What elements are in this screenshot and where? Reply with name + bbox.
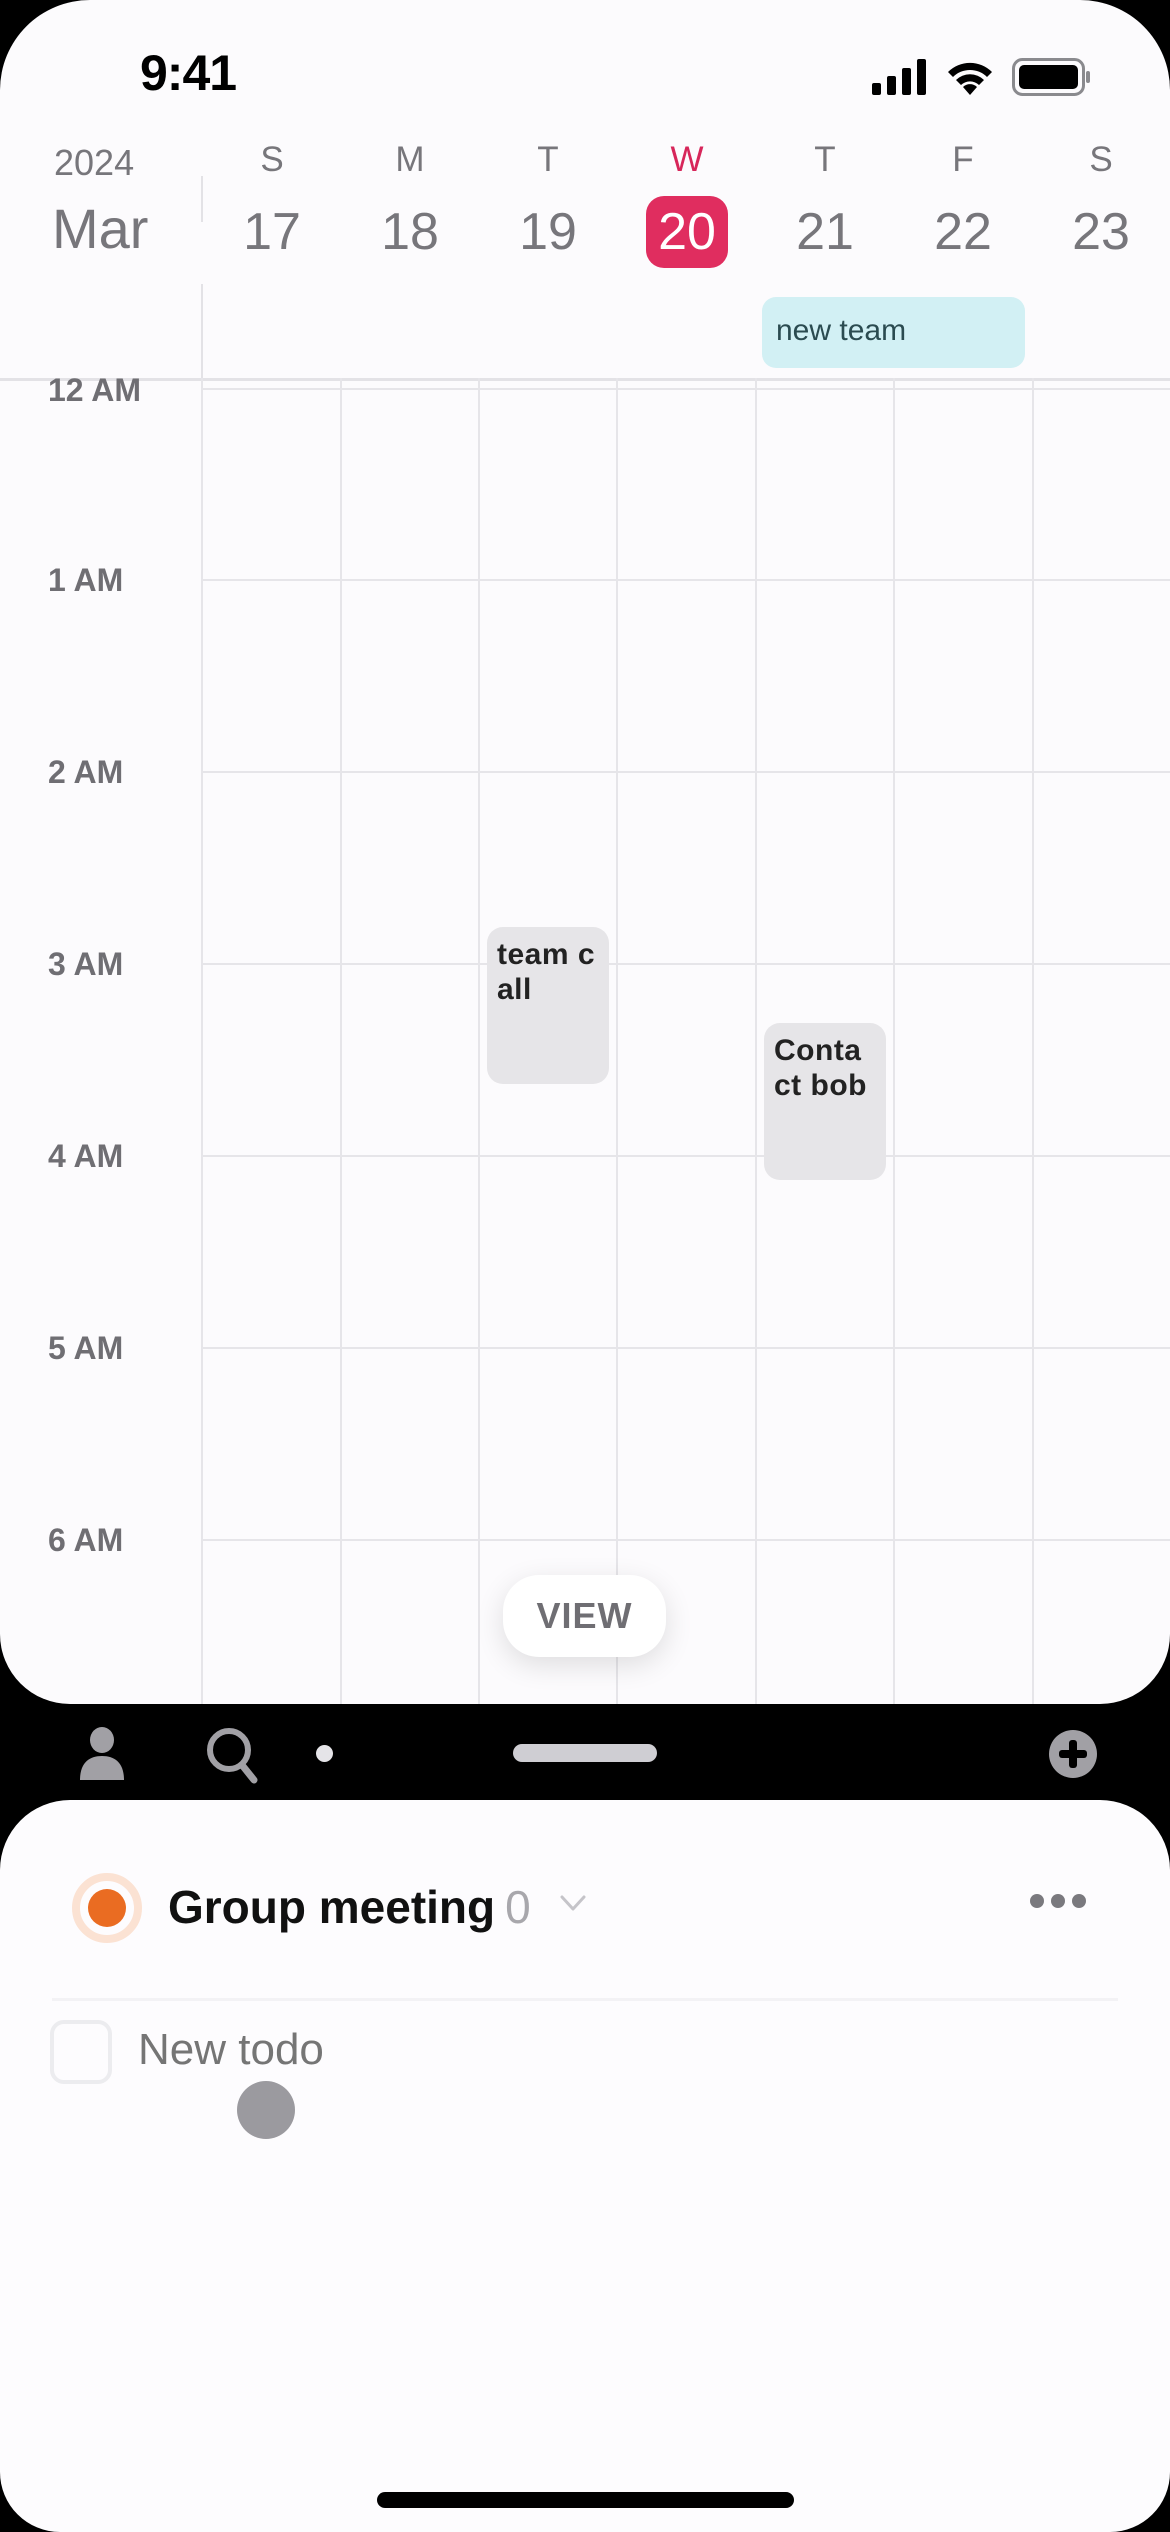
- hour-line: [202, 963, 1170, 965]
- sheet-drag-handle[interactable]: [513, 1744, 657, 1762]
- grid-column-line: [478, 378, 480, 1704]
- list-color-indicator[interactable]: [72, 1873, 142, 1943]
- day-number: 21: [796, 203, 854, 261]
- list-count: 0: [505, 1881, 531, 1933]
- search-icon[interactable]: [205, 1726, 259, 1784]
- grid-column-line: [755, 378, 757, 1704]
- more-dot: [1051, 1894, 1065, 1908]
- home-indicator: [377, 2492, 794, 2508]
- hour-label: 6 AM: [48, 1522, 124, 1558]
- time-grid[interactable]: 12 AM 1 AM 2 AM 3 AM 4 AM 5 AM 6 AM team…: [0, 372, 1170, 1704]
- hour-line: [202, 1539, 1170, 1541]
- chevron-down-icon[interactable]: [558, 1893, 588, 1913]
- day-number: 17: [243, 203, 301, 261]
- day-letter: F: [952, 140, 974, 179]
- day-number: 23: [1072, 203, 1130, 261]
- more-options-button[interactable]: [1030, 1894, 1086, 1908]
- add-icon[interactable]: [1048, 1729, 1098, 1779]
- month-label[interactable]: Mar: [52, 196, 148, 261]
- hour-line: [202, 771, 1170, 773]
- profile-icon[interactable]: [78, 1726, 126, 1782]
- hour-label: 4 AM: [48, 1138, 124, 1174]
- status-time: 9:41: [140, 45, 237, 101]
- event-team-call[interactable]: team call: [487, 927, 609, 1084]
- day-number: 18: [381, 203, 439, 261]
- hour-label: 3 AM: [48, 946, 124, 982]
- view-button[interactable]: VIEW: [503, 1575, 666, 1657]
- dot-indicator: [316, 1745, 333, 1762]
- day-header-thu[interactable]: T 21: [756, 140, 894, 268]
- grid-column-line: [893, 378, 895, 1704]
- list-title-text: Group meeting: [168, 1881, 496, 1933]
- more-dot: [1030, 1894, 1044, 1908]
- day-header-fri[interactable]: F 22: [894, 140, 1032, 268]
- day-header-wed-today[interactable]: W 20: [618, 140, 756, 268]
- hour-label: 1 AM: [48, 562, 124, 598]
- today-badge: 20: [646, 196, 728, 268]
- list-color-dot: [88, 1889, 126, 1927]
- hour-line: [202, 579, 1170, 581]
- status-icons: [872, 58, 1092, 96]
- more-dot: [1072, 1894, 1086, 1908]
- all-day-event[interactable]: new team: [762, 297, 1025, 368]
- day-letter: S: [260, 140, 284, 179]
- new-todo-input[interactable]: [138, 2025, 638, 2075]
- hour-line: [202, 1155, 1170, 1157]
- hour-label: 5 AM: [48, 1330, 124, 1366]
- list-title[interactable]: Group meeting 0: [168, 1880, 531, 1934]
- calendar-panel: 9:41 2024 Mar S 17 M 18 T 19 W 20 T 21 F…: [0, 0, 1170, 1704]
- wifi-icon: [948, 62, 992, 95]
- sheet-divider: [52, 1998, 1118, 2001]
- day-number: 19: [519, 203, 577, 261]
- grid-column-line: [340, 378, 342, 1704]
- allday-divider: [201, 284, 203, 380]
- cellular-signal-icon: [872, 59, 926, 95]
- day-header-tue[interactable]: T 19: [479, 140, 617, 268]
- touch-indicator: [237, 2081, 295, 2139]
- hour-label: 2 AM: [48, 754, 124, 790]
- day-letter: S: [1089, 140, 1113, 179]
- day-header-sat[interactable]: S 23: [1032, 140, 1170, 268]
- event-contact-bob[interactable]: Contact bob: [764, 1023, 886, 1180]
- day-number: 22: [934, 203, 992, 261]
- day-letter: T: [537, 140, 559, 179]
- day-header-mon[interactable]: M 18: [341, 140, 479, 268]
- day-letter: W: [670, 140, 704, 179]
- day-letter: M: [395, 140, 425, 179]
- battery-icon: [1012, 58, 1090, 96]
- grid-top-line: [0, 378, 1170, 381]
- hour-line: [202, 1347, 1170, 1349]
- hour-line: [202, 388, 1170, 390]
- day-header-sun[interactable]: S 17: [203, 140, 341, 268]
- hour-label: 12 AM: [48, 372, 142, 408]
- year-label: 2024: [54, 142, 135, 183]
- grid-column-line: [616, 378, 618, 1704]
- grid-column-line: [1032, 378, 1034, 1704]
- day-letter: T: [814, 140, 836, 179]
- grid-column-line: [201, 378, 203, 1704]
- todo-checkbox[interactable]: [50, 2020, 112, 2084]
